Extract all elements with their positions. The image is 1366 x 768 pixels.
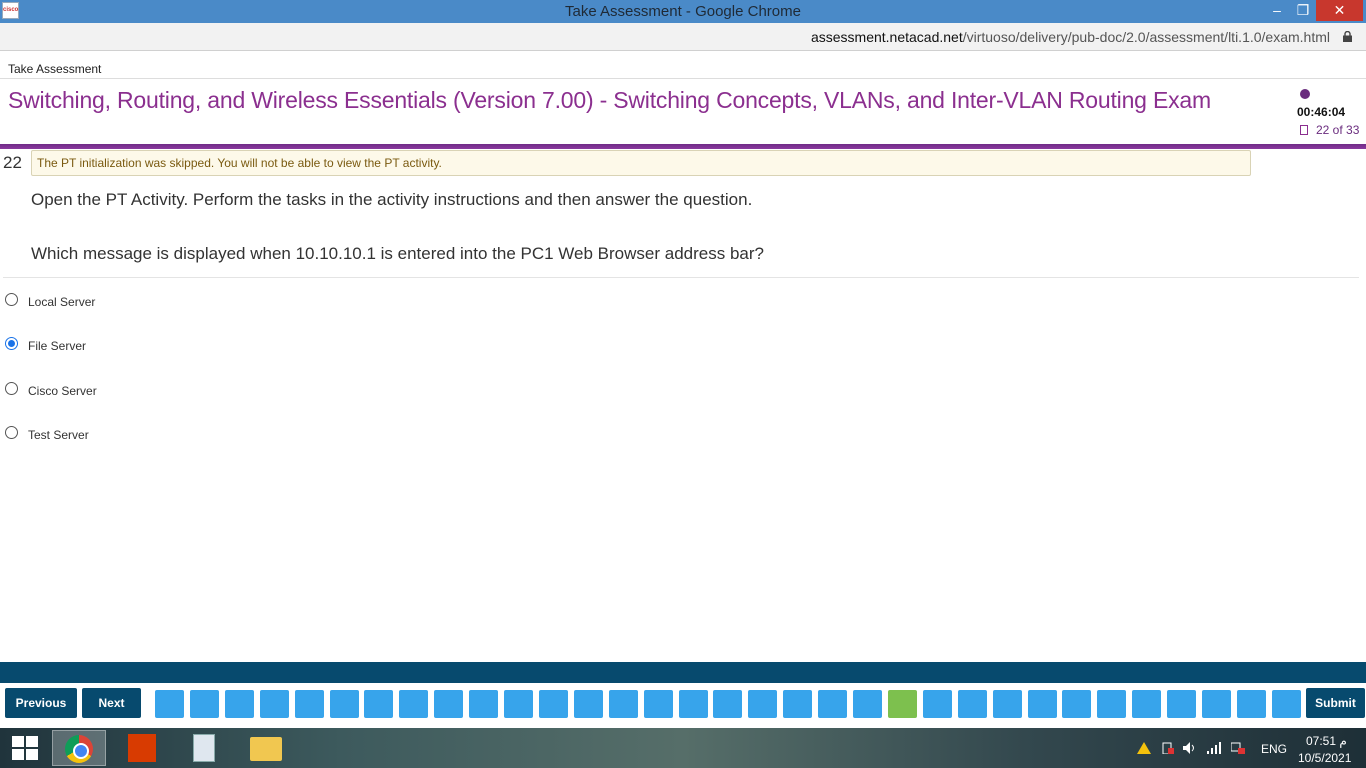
radio-button[interactable] (5, 293, 18, 306)
folder-icon (250, 737, 282, 761)
question-nav-box[interactable] (748, 690, 777, 718)
navigation-bar (0, 662, 1366, 683)
calculator-taskbar-button[interactable] (178, 730, 232, 766)
question-nav-box[interactable] (1202, 690, 1231, 718)
question-nav-box[interactable] (469, 690, 498, 718)
question-nav-box[interactable] (679, 690, 708, 718)
option-label: File Server (28, 339, 87, 353)
next-button[interactable]: Next (82, 688, 141, 718)
question-number: 22 (3, 153, 22, 172)
question-nav-box[interactable] (434, 690, 463, 718)
calculator-icon (193, 734, 215, 762)
submit-button[interactable]: Submit (1306, 688, 1365, 718)
question-nav-box[interactable] (539, 690, 568, 718)
acrobat-taskbar-button[interactable] (116, 730, 170, 766)
answer-option[interactable]: Cisco Server (5, 382, 305, 402)
minimize-button[interactable]: – (1264, 0, 1290, 21)
question-nav-box[interactable] (1097, 690, 1126, 718)
question-nav-box[interactable] (888, 690, 917, 718)
question-nav-box[interactable] (958, 690, 987, 718)
header-divider (0, 78, 1366, 79)
network-error-icon[interactable] (1231, 742, 1245, 754)
taskbar-date[interactable]: 10/5/2021 (1298, 751, 1351, 765)
file-explorer-taskbar-button[interactable] (240, 730, 294, 766)
acrobat-icon (128, 734, 156, 762)
option-label: Local Server (28, 295, 96, 309)
close-button[interactable]: ✕ (1316, 0, 1363, 21)
previous-button[interactable]: Previous (5, 688, 77, 718)
question-nav-box[interactable] (783, 690, 812, 718)
question-divider (3, 277, 1359, 278)
question-nav-box[interactable] (609, 690, 638, 718)
page-title: Switching, Routing, and Wireless Essenti… (8, 87, 1211, 113)
header-accent-bar (0, 144, 1366, 149)
question-nav-box[interactable] (330, 690, 359, 718)
window-title-bar: cisco Take Assessment - Google Chrome – … (0, 0, 1366, 23)
chrome-taskbar-button[interactable] (52, 730, 106, 766)
question-nav-box[interactable] (260, 690, 289, 718)
question-nav-box[interactable] (644, 690, 673, 718)
address-bar[interactable]: assessment.netacad.net/virtuoso/delivery… (0, 23, 1366, 51)
taskbar-time[interactable]: 07:51 م (1306, 734, 1347, 748)
window-title: Take Assessment - Google Chrome (565, 3, 801, 20)
question-nav-box[interactable] (225, 690, 254, 718)
question-nav-box[interactable] (993, 690, 1022, 718)
option-label: Cisco Server (28, 384, 97, 398)
option-label: Test Server (28, 428, 89, 442)
question-nav-box[interactable] (295, 690, 324, 718)
pt-notice: The PT initialization was skipped. You w… (31, 150, 1251, 176)
page-icon (1300, 125, 1308, 135)
question-nav-box[interactable] (504, 690, 533, 718)
question-nav-box[interactable] (399, 690, 428, 718)
question-nav-box[interactable] (574, 690, 603, 718)
answer-option[interactable]: Test Server (5, 426, 305, 446)
question-nav-box[interactable] (190, 690, 219, 718)
question-nav-box[interactable] (1062, 690, 1091, 718)
question-nav-box[interactable] (923, 690, 952, 718)
taskbar: ENG 07:51 م 10/5/2021 (0, 728, 1366, 768)
chrome-icon (65, 735, 93, 763)
timer: 00:46:04 (1297, 105, 1346, 119)
url-path: /virtuoso/delivery/pub-doc/2.0/assessmen… (962, 29, 1330, 45)
question-prompt: Which message is displayed when 10.10.10… (31, 244, 764, 263)
warning-icon[interactable] (1137, 742, 1151, 754)
maximize-button[interactable]: ❐ (1290, 0, 1316, 21)
signal-icon[interactable] (1207, 742, 1221, 754)
url-text[interactable]: assessment.netacad.net/virtuoso/delivery… (811, 29, 1330, 45)
question-nav-box[interactable] (1167, 690, 1196, 718)
battery-icon[interactable] (1160, 742, 1174, 754)
question-nav-box[interactable] (1272, 690, 1301, 718)
windows-start-icon[interactable] (12, 736, 38, 760)
question-nav-box[interactable] (853, 690, 882, 718)
question-nav-box[interactable] (364, 690, 393, 718)
question-progress: 22 of 33 (1316, 123, 1360, 137)
question-nav-box[interactable] (1132, 690, 1161, 718)
question-nav-box[interactable] (818, 690, 847, 718)
question-instruction: Open the PT Activity. Perform the tasks … (31, 190, 753, 209)
answer-option[interactable]: File Server (5, 337, 305, 357)
question-nav-box[interactable] (1237, 690, 1266, 718)
url-host: assessment.netacad.net (810, 29, 963, 45)
radio-button[interactable] (5, 382, 18, 395)
question-nav-box[interactable] (155, 690, 184, 718)
language-indicator[interactable]: ENG (1261, 742, 1287, 756)
volume-icon[interactable] (1183, 742, 1197, 754)
question-nav-box[interactable] (1028, 690, 1057, 718)
question-nav-box[interactable] (713, 690, 742, 718)
radio-button[interactable] (5, 426, 18, 439)
lock-icon (1343, 31, 1352, 42)
breadcrumb: Take Assessment (8, 62, 102, 76)
answer-option[interactable]: Local Server (5, 293, 305, 313)
clock-icon (1300, 89, 1310, 99)
radio-button[interactable] (5, 337, 18, 350)
